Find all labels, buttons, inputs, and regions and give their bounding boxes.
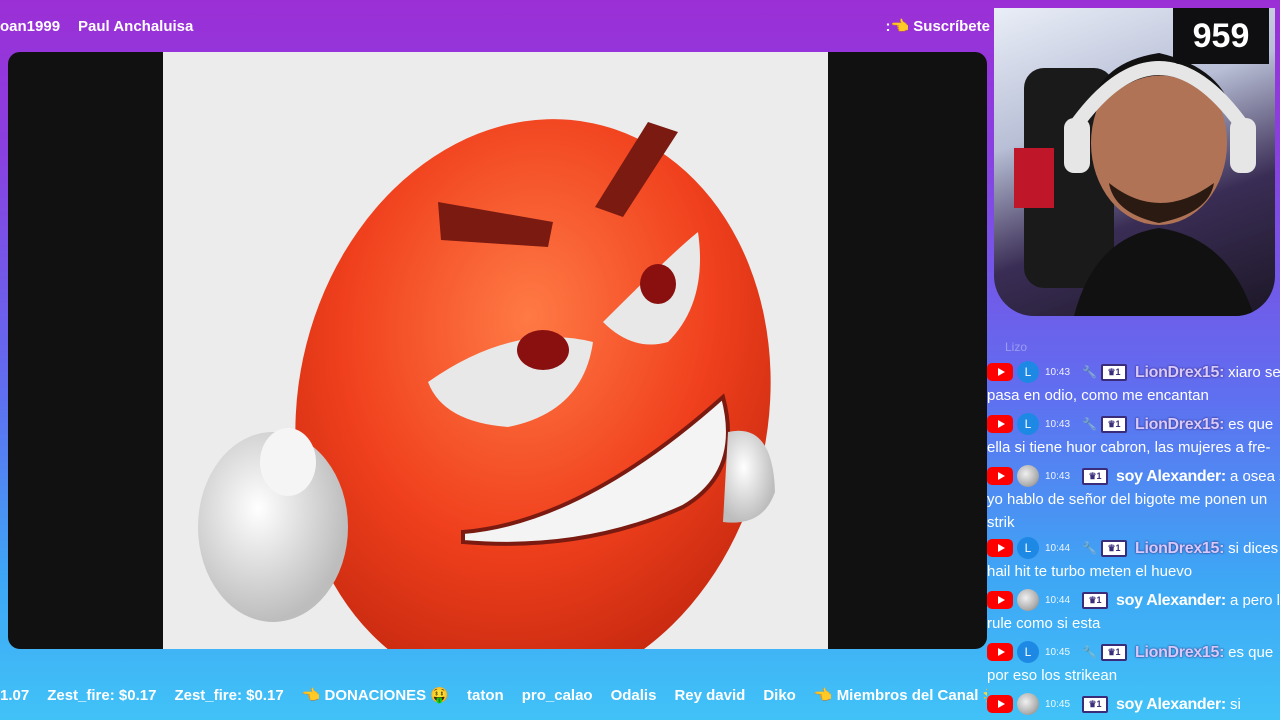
message-text: hail hit te turbo meten el huevo [987,563,1193,580]
message-text: por eso los strikean [987,667,1118,684]
member-badge-icon: ♛1 [1082,591,1109,609]
member-badge-icon: ♛1 [1082,467,1109,485]
subscribe-label: :👈 Suscríbete [885,18,990,35]
chat-message: L 10:43 🔧 ♛1 LionDrex15: xiaro se pasa e… [987,360,1280,407]
wrench-icon: 🔧 [1082,364,1097,379]
member-badge-icon: ♛1 [1100,643,1127,661]
chat-message: 10:45 ♛1 soy Alexander: si [987,692,1280,716]
message-text: ella si tiene huor cabron, las mujeres a… [987,439,1271,456]
message-text: si [1229,695,1241,713]
message-text: a pero la [1229,591,1280,609]
avatar: L [1017,537,1039,559]
message-time: 10:43 [1045,418,1071,430]
youtube-icon [987,415,1013,433]
video-content-image [163,52,828,649]
username: soy Alexander: [1116,695,1226,713]
avatar: L [1017,361,1039,383]
ticker-item: pro_calao [521,686,593,704]
avatar [1017,693,1039,715]
message-text: es que [1228,643,1274,661]
username: LionDrex15: [1134,363,1225,381]
ticker-item: Zest_fire: $0.17 [174,686,284,704]
message-text: rule como si esta [987,615,1101,632]
ticker-item: 👈 Miembros del Canal 🌟 [813,687,987,704]
message-text: es que [1228,415,1274,433]
ticker-item: Diko [763,686,796,704]
message-text: si dices [1228,539,1279,557]
member-badge-icon: ♛1 [1100,539,1127,557]
ticker-name: oan1999 [0,17,61,35]
ticker-item: 👈 DONACIONES 🤑 [301,687,450,704]
ticker-item: Odalis [610,686,657,704]
username: LionDrex15: [1134,643,1225,661]
message-text: yo hablo de señor del bigote me ponen un… [987,491,1268,531]
chat-faded-header: Lizo [1005,340,1028,354]
avatar [1017,589,1039,611]
video-player[interactable] [8,52,987,649]
message-text: xiaro se [1228,363,1280,381]
chat-message: L 10:45 🔧 ♛1 LionDrex15: es que por eso … [987,640,1280,687]
username: soy Alexander: [1116,467,1226,485]
viewer-count: 959 [1173,8,1269,64]
ticker-item: taton [467,686,504,704]
chat-message: 10:44 ♛1 soy Alexander: a pero la rule c… [987,588,1280,635]
wrench-icon: 🔧 [1082,644,1097,659]
chat-message: 10:43 ♛1 soy Alexander: a osea si yo hab… [987,464,1280,534]
wrench-icon: 🔧 [1082,416,1097,431]
youtube-icon [987,591,1013,609]
message-text: a osea si [1229,467,1280,485]
message-time: 10:44 [1045,594,1071,606]
message-text: pasa en odio, como me encantan [987,387,1209,404]
angry-emoji-image [198,119,775,649]
youtube-icon [987,539,1013,557]
wrench-icon: 🔧 [1082,540,1097,555]
chat-message: L 10:43 🔧 ♛1 LionDrex15: es que ella si … [987,412,1280,459]
ticker-item: Zest_fire: $0.17 [47,686,157,704]
ticker-name: Paul Anchaluisa [78,17,194,35]
message-time: 10:43 [1045,470,1071,482]
member-badge-icon: ♛1 [1082,695,1109,713]
username: soy Alexander: [1116,591,1226,609]
message-time: 10:43 [1045,366,1071,378]
member-badge-icon: ♛1 [1100,363,1127,381]
bottom-ticker: 1.07 Zest_fire: $0.17 Zest_fire: $0.17 👈… [0,678,987,712]
avatar: L [1017,641,1039,663]
youtube-icon [987,643,1013,661]
webcam-feed: 959 [994,8,1275,316]
member-badge-icon: ♛1 [1100,415,1127,433]
youtube-icon [987,363,1013,381]
youtube-icon [987,467,1013,485]
live-chat: Lizo L 10:43 🔧 ♛1 LionDrex15: xiaro se p… [987,336,1280,720]
ticker-item: Rey david [674,686,746,704]
message-time: 10:45 [1045,698,1071,710]
avatar [1017,465,1039,487]
top-ticker: oan1999 Paul Anchaluisa :👈 Suscríbete [0,0,1000,52]
ticker-item: 1.07 [0,686,30,704]
youtube-icon [987,695,1013,713]
message-time: 10:44 [1045,542,1071,554]
message-time: 10:45 [1045,646,1071,658]
avatar: L [1017,413,1039,435]
username: LionDrex15: [1134,415,1225,433]
username: LionDrex15: [1134,539,1225,557]
chat-message: L 10:44 🔧 ♛1 LionDrex15: si dices hail h… [987,536,1280,583]
